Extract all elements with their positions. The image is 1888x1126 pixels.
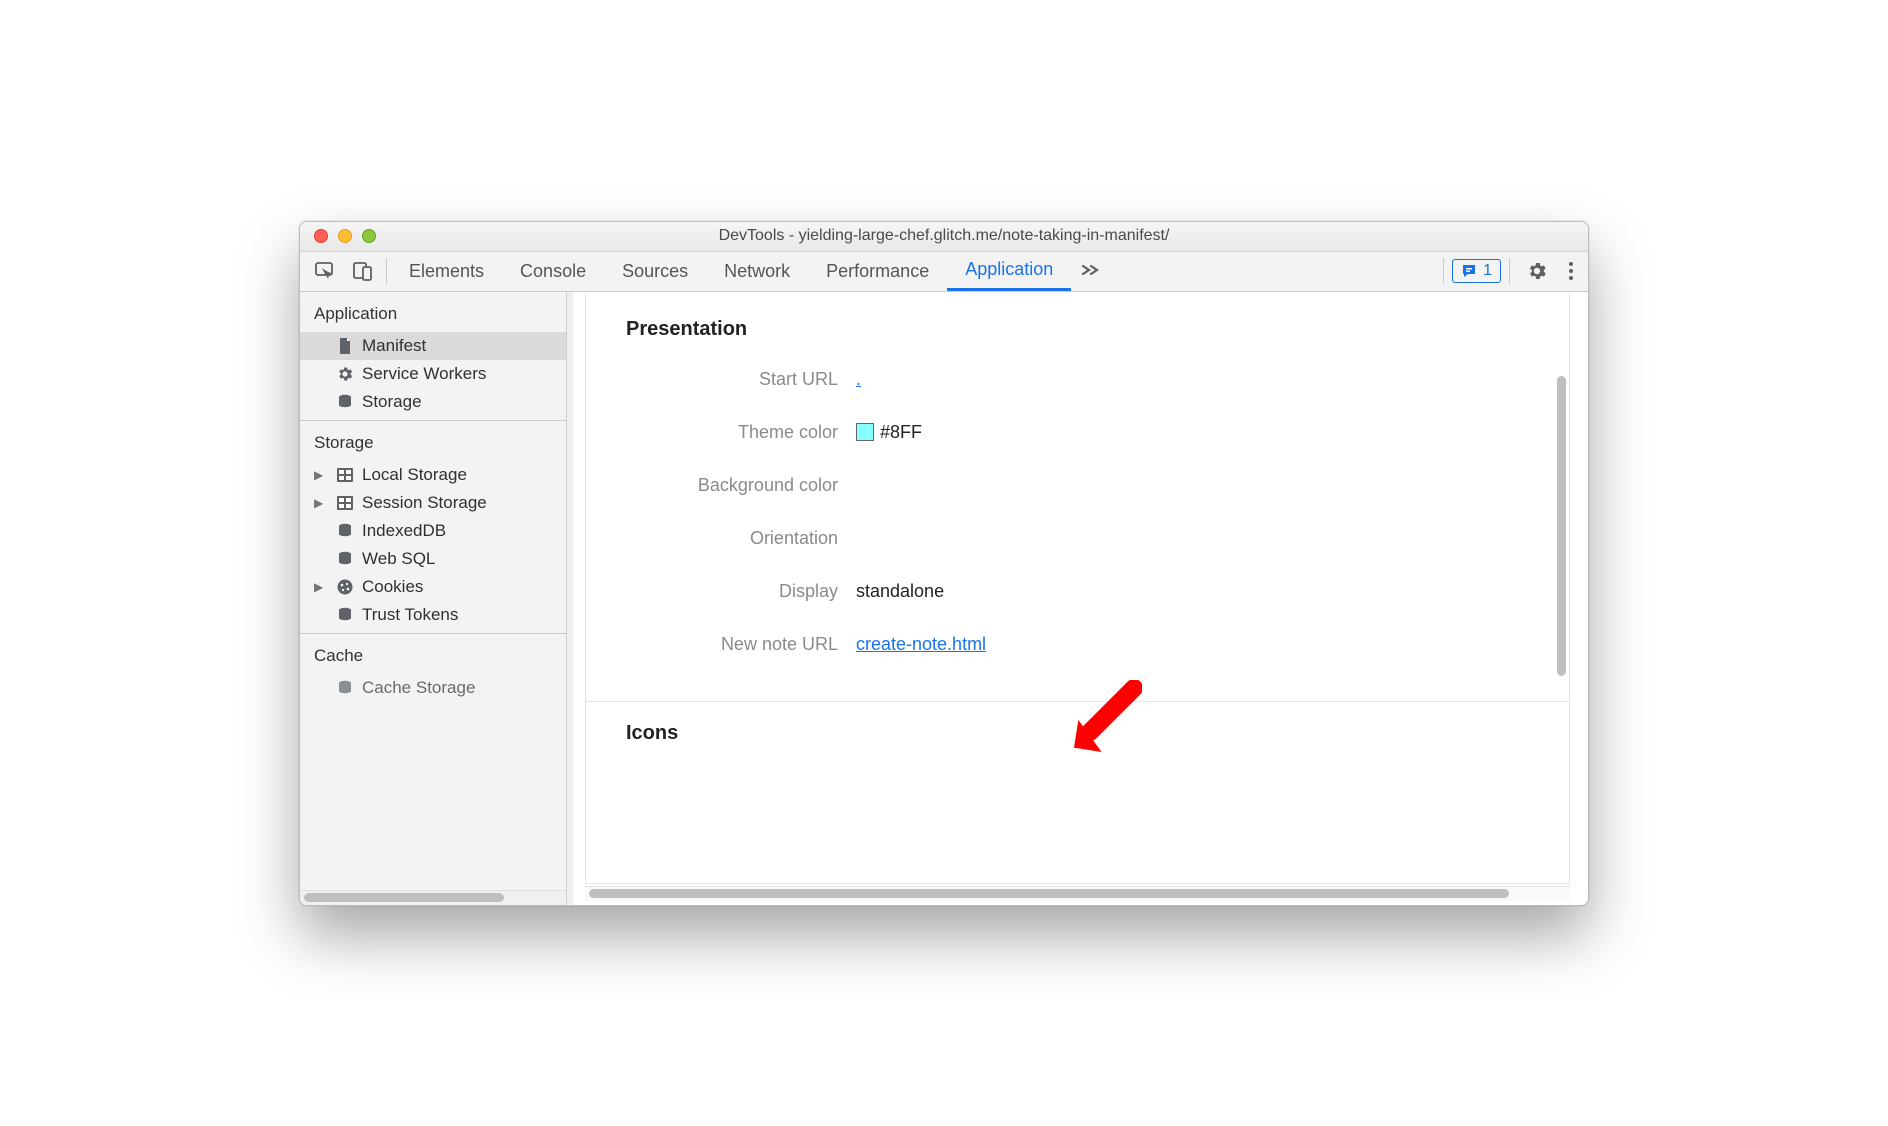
label-theme-color: Theme color <box>586 422 856 443</box>
cookie-icon <box>336 578 354 596</box>
label-background-color: Background color <box>586 475 856 496</box>
sidebar-item-label: Trust Tokens <box>362 605 458 625</box>
issues-icon <box>1461 263 1477 279</box>
close-window-button[interactable] <box>314 229 328 243</box>
toolbar-separator <box>1443 258 1444 284</box>
main-horizontal-scrollbar[interactable] <box>585 886 1570 901</box>
settings-icon[interactable] <box>1518 256 1556 286</box>
database-icon <box>336 679 354 697</box>
sidebar-item-cookies[interactable]: ▶ Cookies <box>300 573 566 601</box>
sidebar-item-cache-storage[interactable]: Cache Storage <box>300 674 566 702</box>
database-icon <box>336 606 354 624</box>
sidebar-item-local-storage[interactable]: ▶ Local Storage <box>300 461 566 489</box>
row-new-note-url: New note URL create-note.html <box>586 618 1569 671</box>
color-swatch-icon <box>856 423 874 441</box>
sidebar-section-application: Application <box>300 292 566 332</box>
sidebar-horizontal-scrollbar[interactable] <box>300 890 566 905</box>
tab-performance[interactable]: Performance <box>808 252 947 291</box>
sidebar-item-websql[interactable]: Web SQL <box>300 545 566 573</box>
sidebar: Application Manifest Service Workers Sto… <box>300 292 567 905</box>
toolbar-separator <box>386 258 387 284</box>
window-controls <box>314 229 376 243</box>
body-area: Application Manifest Service Workers Sto… <box>300 292 1588 905</box>
tab-network[interactable]: Network <box>706 252 808 291</box>
tab-elements[interactable]: Elements <box>391 252 502 291</box>
sidebar-item-service-workers[interactable]: Service Workers <box>300 360 566 388</box>
start-url-link[interactable]: . <box>856 369 861 390</box>
theme-color-value: #8FF <box>880 422 922 443</box>
section-heading-icons: Icons <box>586 702 1569 757</box>
scrollbar-thumb[interactable] <box>589 889 1509 898</box>
more-tabs-button[interactable] <box>1071 261 1111 282</box>
grid-icon <box>336 494 354 512</box>
sidebar-item-label: Cache Storage <box>362 678 475 698</box>
sidebar-item-indexeddb[interactable]: IndexedDB <box>300 517 566 545</box>
tab-sources[interactable]: Sources <box>604 252 706 291</box>
sidebar-section-cache: Cache <box>300 634 566 674</box>
sidebar-item-label: Service Workers <box>362 364 486 384</box>
device-toolbar-icon[interactable] <box>344 256 382 286</box>
new-note-url-link[interactable]: create-note.html <box>856 634 986 655</box>
issues-count: 1 <box>1483 262 1492 280</box>
row-display: Display standalone <box>586 565 1569 618</box>
maximize-window-button[interactable] <box>362 229 376 243</box>
tab-application[interactable]: Application <box>947 252 1071 291</box>
label-display: Display <box>586 581 856 602</box>
devtools-window: DevTools - yielding-large-chef.glitch.me… <box>299 221 1589 906</box>
inspect-element-icon[interactable] <box>306 256 344 286</box>
sidebar-section-storage: Storage <box>300 421 566 461</box>
label-orientation: Orientation <box>586 528 856 549</box>
row-start-url: Start URL . <box>586 353 1569 406</box>
sidebar-item-manifest[interactable]: Manifest <box>300 332 566 360</box>
database-icon <box>336 393 354 411</box>
sidebar-item-label: Session Storage <box>362 493 487 513</box>
sidebar-item-trust-tokens[interactable]: Trust Tokens <box>300 601 566 629</box>
panel-tabs: Elements Console Sources Network Perform… <box>391 252 1071 291</box>
sidebar-item-label: Manifest <box>362 336 426 356</box>
label-new-note-url: New note URL <box>586 634 856 655</box>
window-title: DevTools - yielding-large-chef.glitch.me… <box>300 227 1588 245</box>
database-icon <box>336 522 354 540</box>
scrollbar-thumb[interactable] <box>1557 376 1566 676</box>
row-theme-color: Theme color #8FF <box>586 406 1569 459</box>
titlebar: DevTools - yielding-large-chef.glitch.me… <box>300 222 1588 252</box>
file-icon <box>336 337 354 355</box>
issues-button[interactable]: 1 <box>1452 259 1501 283</box>
row-orientation: Orientation <box>586 512 1569 565</box>
main-toolbar: Elements Console Sources Network Perform… <box>300 252 1588 292</box>
minimize-window-button[interactable] <box>338 229 352 243</box>
chevron-right-icon: ▶ <box>314 496 323 510</box>
section-heading-presentation: Presentation <box>586 292 1569 353</box>
database-icon <box>336 550 354 568</box>
main-scroll-area: Presentation Start URL . Theme color #8F… <box>585 292 1570 884</box>
sidebar-item-session-storage[interactable]: ▶ Session Storage <box>300 489 566 517</box>
sidebar-item-label: Cookies <box>362 577 423 597</box>
sidebar-item-label: IndexedDB <box>362 521 446 541</box>
sidebar-item-label: Local Storage <box>362 465 467 485</box>
scrollbar-thumb[interactable] <box>304 893 504 902</box>
gear-icon <box>336 365 354 383</box>
grid-icon <box>336 466 354 484</box>
sidebar-item-label: Storage <box>362 392 422 412</box>
display-value: standalone <box>856 581 944 602</box>
main-panel: Presentation Start URL . Theme color #8F… <box>573 292 1588 905</box>
main-vertical-scrollbar[interactable] <box>1555 296 1567 736</box>
chevron-right-icon: ▶ <box>314 468 323 482</box>
sidebar-item-storage-overview[interactable]: Storage <box>300 388 566 416</box>
chevron-right-icon: ▶ <box>314 580 323 594</box>
kebab-menu-icon[interactable] <box>1560 257 1582 285</box>
label-start-url: Start URL <box>586 369 856 390</box>
row-background-color: Background color <box>586 459 1569 512</box>
tab-console[interactable]: Console <box>502 252 604 291</box>
toolbar-separator <box>1509 258 1510 284</box>
sidebar-item-label: Web SQL <box>362 549 435 569</box>
